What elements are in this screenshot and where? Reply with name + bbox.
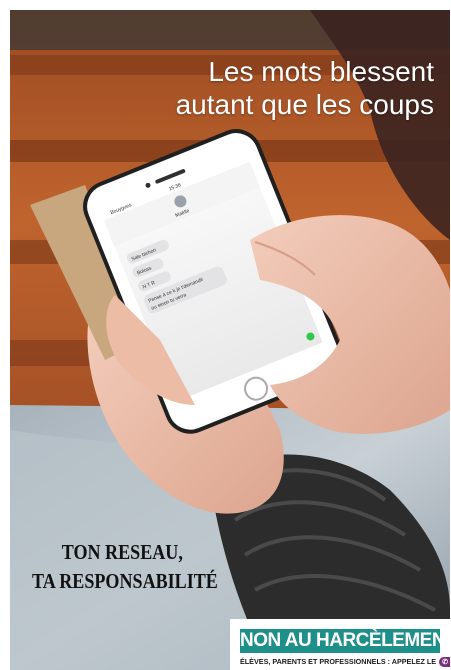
poster: Bouygues 15:36 Maëlle Sale bichon Boloss… [10,10,450,670]
contact-name: Maëlle [174,208,190,219]
banner-subtitle: ÉLÈVES, PARENTS ET PROFESSIONNELS : APPE… [240,657,450,667]
message-3: N T R [142,280,157,291]
tagline-line-1: TON RESEAU, [61,540,183,564]
headline-line-2: autant que les coups [175,89,434,120]
banner-title: NON AU HARCÈLEMENT [240,629,450,653]
message-1: Sale bichon [131,247,158,262]
status-carrier: Bouygues [110,202,133,216]
banner-subtitle-text: ÉLÈVES, PARENTS ET PROFESSIONNELS : APPE… [240,657,437,666]
message-2: Boloss [136,265,153,276]
campaign-banner: NON AU HARCÈLEMENT ÉLÈVES, PARENTS ET PR… [230,619,450,670]
headline-line-1: Les mots blessent [208,56,434,87]
phone-icon: ✆ [442,657,449,666]
status-time: 15:36 [168,182,182,192]
helpline-number: ✆ 3020 [439,657,450,667]
headline: Les mots blessent autant que les coups [176,55,434,121]
tagline: TON RESEAU, TA RESPONSABILITÉ [32,538,218,596]
tagline-line-2: TA RESPONSABILITÉ [32,569,218,593]
